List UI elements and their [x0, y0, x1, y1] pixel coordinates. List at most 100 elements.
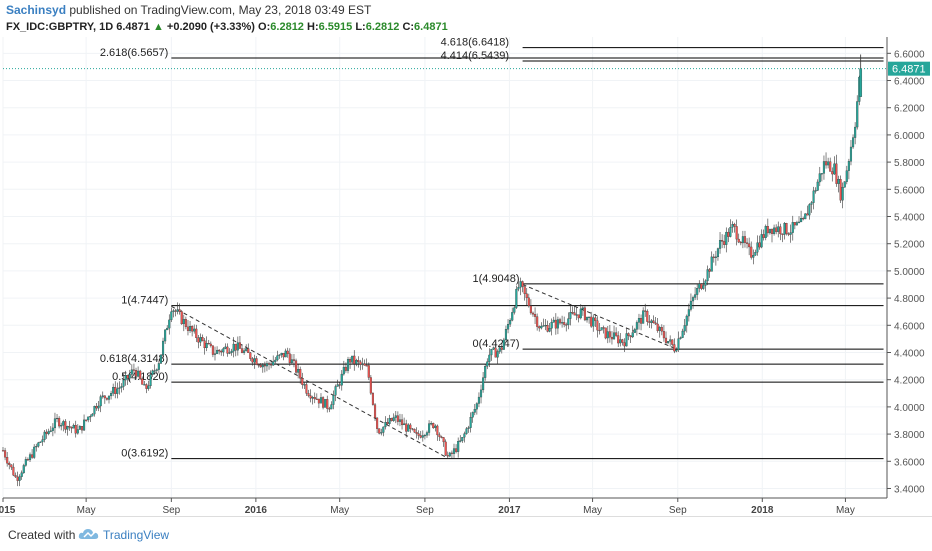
candle-body — [623, 342, 626, 347]
candle-body — [276, 355, 279, 361]
candle-body — [567, 318, 570, 326]
candle-body — [473, 409, 476, 413]
x-tick-label: May — [583, 505, 602, 516]
candle-body — [280, 353, 283, 356]
candle-body — [47, 431, 50, 434]
candle-body — [835, 163, 838, 184]
candle-body — [184, 319, 187, 328]
candle-body — [440, 436, 443, 438]
plot-area[interactable] — [3, 37, 887, 498]
candle-body — [128, 374, 131, 379]
candle-body — [777, 226, 780, 232]
candle-body — [845, 170, 848, 182]
candle-body — [748, 243, 751, 248]
candle-body — [118, 387, 121, 389]
candle-body — [642, 310, 645, 324]
y-tick-label: 3.8000 — [894, 430, 925, 441]
candle-body — [361, 363, 364, 365]
candle-body — [365, 365, 368, 367]
candle-body — [99, 396, 102, 407]
candle-body — [76, 429, 79, 434]
candle-body — [68, 426, 71, 428]
candle-body — [89, 416, 92, 418]
candle-body — [471, 412, 474, 418]
candle-body — [592, 317, 595, 327]
candle-body — [189, 326, 192, 331]
candle-body — [390, 418, 393, 421]
candle-body — [612, 332, 616, 340]
candle-body — [415, 432, 418, 434]
candle-body — [319, 397, 323, 404]
candle-body — [278, 354, 281, 356]
candle-body — [388, 418, 391, 424]
candle-body — [253, 358, 256, 363]
candle-body — [103, 395, 106, 399]
candle-body — [712, 256, 715, 259]
candle-body — [197, 337, 200, 343]
candle-body — [783, 223, 786, 235]
candle-body — [787, 233, 790, 235]
candle-body — [357, 360, 360, 363]
candle-body — [193, 328, 196, 332]
candle-body — [419, 435, 422, 438]
candle-body — [172, 310, 175, 312]
candle-body — [837, 179, 840, 184]
candle-body — [552, 319, 555, 323]
candle-body — [255, 358, 258, 365]
candle-body — [382, 426, 385, 433]
candle-body — [130, 369, 133, 375]
price-axis[interactable]: 3.4000 3.6000 3.8000 4.0000 4.2000 4.4000 4.60… — [887, 49, 925, 495]
candle-body — [295, 360, 298, 373]
candle-body — [251, 358, 254, 363]
candle-body — [407, 424, 410, 432]
candle-body — [718, 240, 722, 249]
candle-body — [78, 426, 81, 430]
candle-body — [178, 309, 181, 312]
candle-body — [376, 417, 379, 429]
candle-body — [203, 340, 206, 349]
candle-body — [317, 398, 320, 404]
candle-body — [413, 429, 416, 433]
candle-body — [166, 327, 169, 331]
candle-body — [824, 161, 828, 166]
candle-body — [199, 337, 202, 343]
candle-body — [554, 319, 557, 329]
candle-body — [760, 234, 763, 248]
candle-body — [307, 393, 310, 396]
candle-body — [288, 353, 291, 364]
y-tick-label: 6.0000 — [894, 131, 925, 142]
candle-body — [26, 459, 29, 461]
candle-body — [386, 422, 389, 424]
candle-body — [465, 428, 468, 434]
candle-body — [226, 346, 229, 354]
candle-body — [55, 417, 59, 420]
candle-body — [496, 351, 499, 358]
candle-body — [698, 283, 701, 289]
candle-body — [509, 320, 512, 325]
candle-body — [240, 348, 244, 353]
candle-body — [315, 398, 318, 400]
candle-body — [35, 446, 38, 448]
candle-body — [299, 369, 302, 379]
candle-body — [854, 126, 857, 138]
candle-body — [633, 329, 636, 333]
tradingview-cloud-icon[interactable] — [78, 527, 100, 541]
candle-body — [531, 312, 535, 315]
candle-body — [72, 425, 75, 429]
candle-body — [49, 430, 52, 432]
candle-body — [438, 434, 441, 438]
x-tick-label: May — [330, 505, 349, 516]
time-axis[interactable]: 015 May Sep 2016 May Sep 2017 May Sep 2018 May — [0, 498, 855, 516]
tradingview-link[interactable]: TradingView — [103, 528, 169, 542]
candle-body — [764, 226, 767, 238]
price-chart[interactable]: 2.618(6.5657)1(4.7447)0.618(4.3148)0.5(4… — [0, 0, 932, 516]
candle-body — [105, 397, 108, 400]
candle-body — [91, 413, 94, 417]
candle-body — [344, 366, 347, 371]
last-price-label: 6.4871 — [888, 61, 930, 76]
candle-body — [409, 424, 412, 429]
candle-body — [812, 190, 815, 203]
candle-body — [827, 161, 830, 166]
candle-body — [752, 255, 755, 258]
candle-body — [216, 349, 219, 354]
